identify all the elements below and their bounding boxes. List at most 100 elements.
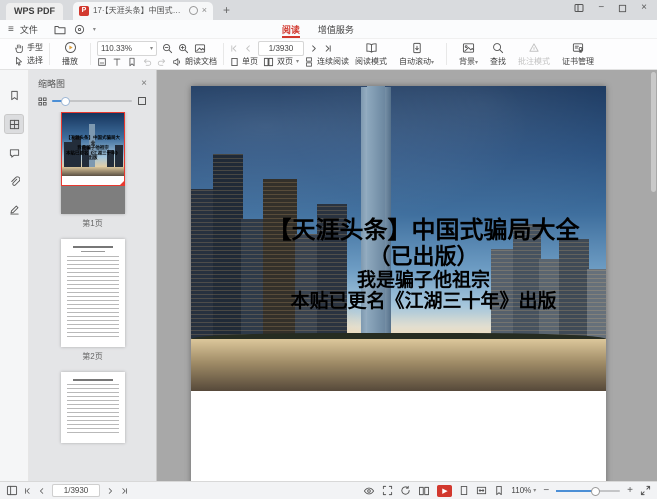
fit-width-icon[interactable] [476,485,487,496]
new-tab-button[interactable]: + [223,3,230,17]
hand-tool-button[interactable]: 手型 [14,42,43,53]
viewport-corner-handle[interactable] [119,180,125,186]
highlight-icon[interactable] [97,57,107,67]
layout-icon[interactable] [574,3,584,13]
redo-icon[interactable] [157,57,167,67]
next-page-icon[interactable] [106,487,114,495]
annotation-mode-button[interactable]: 批注模式 [512,40,556,68]
vertical-scrollbar[interactable] [651,72,656,192]
undo-icon[interactable] [142,57,152,67]
bookmark-view-icon[interactable] [494,485,504,496]
select-tool-button[interactable]: 选择 [14,55,43,66]
read-aloud-button[interactable]: 朗读文档 [172,56,217,67]
minimize-button[interactable]: − [598,3,604,13]
facing-view-icon[interactable] [418,486,430,496]
first-page-icon[interactable] [24,487,32,495]
tab-value-services[interactable]: 增值服务 [318,20,354,38]
thumbnail-size-slider[interactable] [52,100,132,102]
statusbar-view-controls: ▶ 110% ▾ − + [363,485,651,497]
panel-toggle-icon[interactable] [6,485,18,496]
certificate-manage-button[interactable]: 证书管理 [556,40,600,68]
find-label: 查找 [490,56,506,67]
zoom-out-icon[interactable] [162,43,173,54]
thumbnail-page-1[interactable]: 【天涯头条】中国式骗局大全 我是骗子他祖宗 本贴已更名《江湖三十年》出版 [61,112,125,214]
rotate-icon[interactable] [400,485,411,496]
statusbar-zoom-level[interactable]: 110% ▾ [511,486,536,495]
zoom-combobox[interactable]: 110.33% ▾ [97,41,157,56]
auto-scroll-label: 自动滚动▾ [399,56,434,67]
snapshot-icon[interactable] [194,43,206,54]
pdf-page-1[interactable]: 【天涯头条】中国式骗局大全 （已出版） 我是骗子他祖宗 本贴已更名《江湖三十年》… [191,86,606,481]
sidebar-item-signature[interactable] [5,200,23,218]
hand-icon [14,43,24,53]
next-page-icon[interactable] [309,44,318,53]
mock-title-line [73,246,113,248]
open-folder-icon[interactable] [54,24,66,35]
sidebar-item-thumbnails[interactable] [4,114,24,134]
maximize-button[interactable] [618,4,627,13]
single-page-button[interactable]: 单页 [230,56,258,67]
statusbar-zoom-slider[interactable] [556,490,620,492]
quickbar-caret-icon[interactable]: ▾ [93,26,96,33]
annotation-mode-label: 批注模式 [518,56,550,67]
continuous-read-button[interactable]: 连续阅读 [304,56,349,67]
hero-cityscape-image: 【天涯头条】中国式骗局大全 （已出版） 我是骗子他祖宗 本贴已更名《江湖三十年》… [191,86,606,391]
close-button[interactable]: × [641,3,647,13]
slider-knob[interactable] [61,97,70,106]
first-page-icon[interactable] [230,44,239,53]
annotation-pen-icon [528,42,540,54]
last-page-icon[interactable] [120,487,128,495]
sidebar-item-attachments[interactable] [5,172,23,190]
tab-close-icon[interactable]: × [202,7,207,14]
window-controls: − × [574,3,657,17]
toolbar-page-input[interactable] [258,41,304,56]
play-circle-icon [64,41,77,54]
ground-shape [62,167,124,176]
speaker-icon [172,57,182,67]
single-view-icon[interactable] [459,485,469,496]
tab-read[interactable]: 阅读 [282,20,300,38]
viewport-indicator: 【天涯头条】中国式骗局大全 我是骗子他祖宗 本贴已更名《江湖三十年》出版 [61,112,125,186]
find-button[interactable]: 查找 [484,40,512,68]
statusbar-play-button[interactable]: ▶ [437,485,452,497]
file-menu[interactable]: 文件 [20,23,38,36]
background-button[interactable]: 背景▾ [453,40,484,68]
statusbar-page-input[interactable] [52,484,100,497]
zoom-in-button[interactable]: + [627,486,633,496]
slider-knob[interactable] [591,487,600,496]
save-icon[interactable] [74,24,85,35]
zoom-in-icon[interactable] [178,43,189,54]
zoom-out-button[interactable]: − [543,486,549,496]
last-page-icon[interactable] [323,44,332,53]
facing-pages-button[interactable]: 双页 ▾ [263,56,299,67]
menu-row: ≡ 文件 ▾ 阅读 增值服务 [0,20,657,39]
background-label: 背景▾ [459,56,478,67]
thumbnail-page-2[interactable] [61,239,125,347]
fit-window-icon[interactable] [382,485,393,496]
hamburger-icon[interactable]: ≡ [8,24,14,35]
cursor-icon [14,56,24,66]
app-logo[interactable]: WPS PDF [6,3,63,20]
document-tab[interactable]: P 17·【天涯头条】中国式骗局 × [73,2,213,20]
large-grid-icon[interactable] [137,96,147,106]
sidebar-item-comments[interactable] [5,144,23,162]
sidebar-item-bookmarks[interactable] [5,86,23,104]
tab-status-icon[interactable] [189,6,198,15]
doc-title-line1: 【天涯头条】中国式骗局大全 [241,218,606,245]
thumbnail-panel-close-icon[interactable]: × [141,78,147,89]
read-mode-button[interactable]: 阅读模式 [349,40,393,68]
thumbnail-white-area [62,176,124,185]
auto-scroll-text: 自动滚动 [399,57,431,66]
auto-scroll-button[interactable]: 自动滚动▾ [393,40,440,68]
small-grid-icon[interactable] [38,97,47,106]
eye-protect-icon[interactable] [363,486,375,496]
play-slideshow-button[interactable]: 播放 [56,40,84,68]
bookmark-flag-icon[interactable] [127,57,137,67]
thumbnail-page-3[interactable] [61,372,125,443]
prev-page-icon[interactable] [244,44,253,53]
paperclip-icon [9,176,20,187]
text-annotation-icon[interactable] [112,57,122,67]
prev-page-icon[interactable] [38,487,46,495]
fullscreen-icon[interactable] [640,485,651,496]
document-canvas[interactable]: 【天涯头条】中国式骗局大全 （已出版） 我是骗子他祖宗 本贴已更名《江湖三十年》… [157,70,657,481]
